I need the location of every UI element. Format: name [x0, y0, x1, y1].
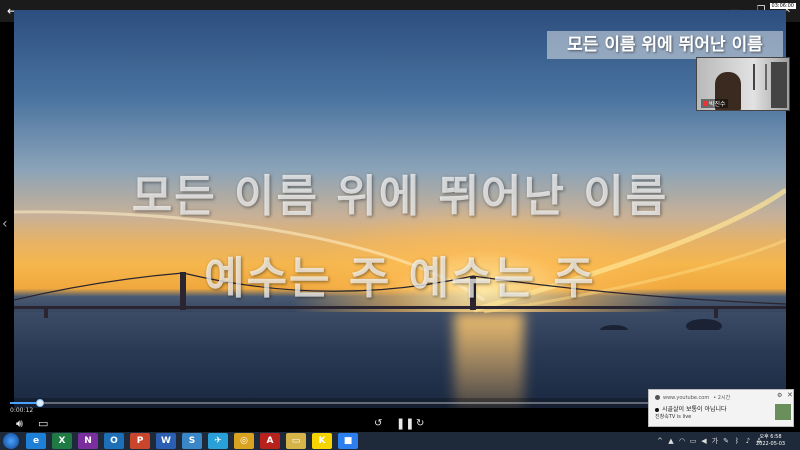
windows-start-icon[interactable] — [3, 433, 19, 449]
live-dot-icon — [655, 407, 659, 412]
gear-icon[interactable]: ⚙ — [777, 392, 782, 399]
zoom-icon[interactable]: ■ — [338, 433, 358, 449]
webcam-door — [771, 62, 787, 108]
desktop-screen: ← — ❐ ✕ 03:06:00 모든 이름 위에 뛰어난 이름 예수 — [0, 0, 800, 450]
elapsed-time: 0:00:12 — [10, 407, 34, 414]
word-icon[interactable]: W — [156, 433, 176, 449]
tray-chevron-icon[interactable]: ^ — [656, 437, 664, 445]
app-icon[interactable]: S — [182, 433, 202, 449]
clock-time: 오후 6:58 — [759, 434, 782, 440]
notification-title-text: 시골살이 보통이 아닙니다 — [662, 406, 727, 413]
notification-body: 진창속TV is live — [655, 414, 692, 420]
seek-handle[interactable] — [35, 399, 44, 407]
participant-name-label: 박진수 — [709, 101, 726, 108]
lyric-line-1: 모든 이름 위에 뛰어난 이름 — [131, 171, 669, 222]
bluetooth-icon[interactable]: ᛒ — [733, 437, 741, 445]
speaker-icon[interactable]: ♪ — [744, 437, 752, 445]
notification-toast[interactable]: www.youtube.com • 2시간 ⚙ ✕ 시골살이 보통이 아닙니다 진… — [648, 389, 794, 427]
chevron-left-icon[interactable]: ‹ — [2, 216, 8, 232]
time-badge: 03:06:00 — [769, 3, 796, 9]
system-tray: ^ ▲ ◠ ▭ ◀ 가 ✎ ᛒ ♪ A — [656, 433, 763, 449]
acrobat-icon[interactable]: A — [260, 433, 280, 449]
site-icon — [655, 395, 660, 400]
webcam-thumbnail[interactable]: 박진수 — [696, 57, 790, 111]
notification-title: 시골살이 보통이 아닙니다 — [655, 404, 727, 413]
notification-source-url: www.youtube.com — [663, 395, 710, 401]
bird-app-icon[interactable]: ✈ — [208, 433, 228, 449]
taskbar-clock[interactable]: 오후 6:58 2022-05-03 — [756, 434, 785, 448]
close-icon[interactable]: ✕ — [787, 391, 793, 399]
internet-explorer-icon[interactable]: e — [26, 433, 46, 449]
onenote-icon[interactable]: N — [78, 433, 98, 449]
muted-mic-icon — [703, 101, 707, 106]
webcam-participant-name: 박진수 — [701, 99, 728, 108]
volume-tray-icon[interactable]: ◀ — [700, 437, 708, 445]
battery-icon[interactable]: ▭ — [689, 437, 697, 445]
excel-icon[interactable]: X — [52, 433, 72, 449]
captions-icon[interactable]: ▭ — [38, 418, 48, 430]
video-frame[interactable]: 모든 이름 위에 뛰어난 이름 예수는 주 예수는 주 — [14, 10, 786, 408]
pause-icon[interactable]: ❚❚ — [396, 418, 414, 430]
taskbar: e X N O P W S ✈ ◎ A ▭ K ■ ^ ▲ ◠ ▭ ◀ 가 ✎ ᛒ ♪ A 오후 6:5… — [0, 432, 800, 450]
outlook-icon[interactable]: O — [104, 433, 124, 449]
notification-age: • 2시간 — [713, 395, 731, 401]
wifi-icon[interactable]: ◠ — [678, 437, 686, 445]
file-explorer-icon[interactable]: ▭ — [286, 433, 306, 449]
rewind-10-icon[interactable]: ↺ — [374, 418, 382, 430]
pen-icon[interactable]: ✎ — [722, 437, 730, 445]
lyric-line-2: 예수는 주 예수는 주 — [204, 253, 596, 304]
volume-icon[interactable]: 🔊︎ — [16, 418, 23, 430]
notification-thumbnail — [775, 404, 791, 420]
notification-source: www.youtube.com • 2시간 — [655, 394, 730, 401]
webcam-plant — [753, 64, 767, 90]
kakaotalk-icon[interactable]: K — [312, 433, 332, 449]
notification-age-value: 2시간 — [717, 395, 731, 401]
clock-date: 2022-05-03 — [756, 441, 786, 447]
powerpoint-icon[interactable]: P — [130, 433, 150, 449]
subtitle-preview: 모든 이름 위에 뛰어난 이름 — [547, 31, 783, 59]
forward-30-icon[interactable]: ↻ — [416, 418, 424, 430]
ime-icon[interactable]: 가 — [711, 437, 719, 445]
network-icon[interactable]: ▲ — [667, 437, 675, 445]
chrome-icon[interactable]: ◎ — [234, 433, 254, 449]
